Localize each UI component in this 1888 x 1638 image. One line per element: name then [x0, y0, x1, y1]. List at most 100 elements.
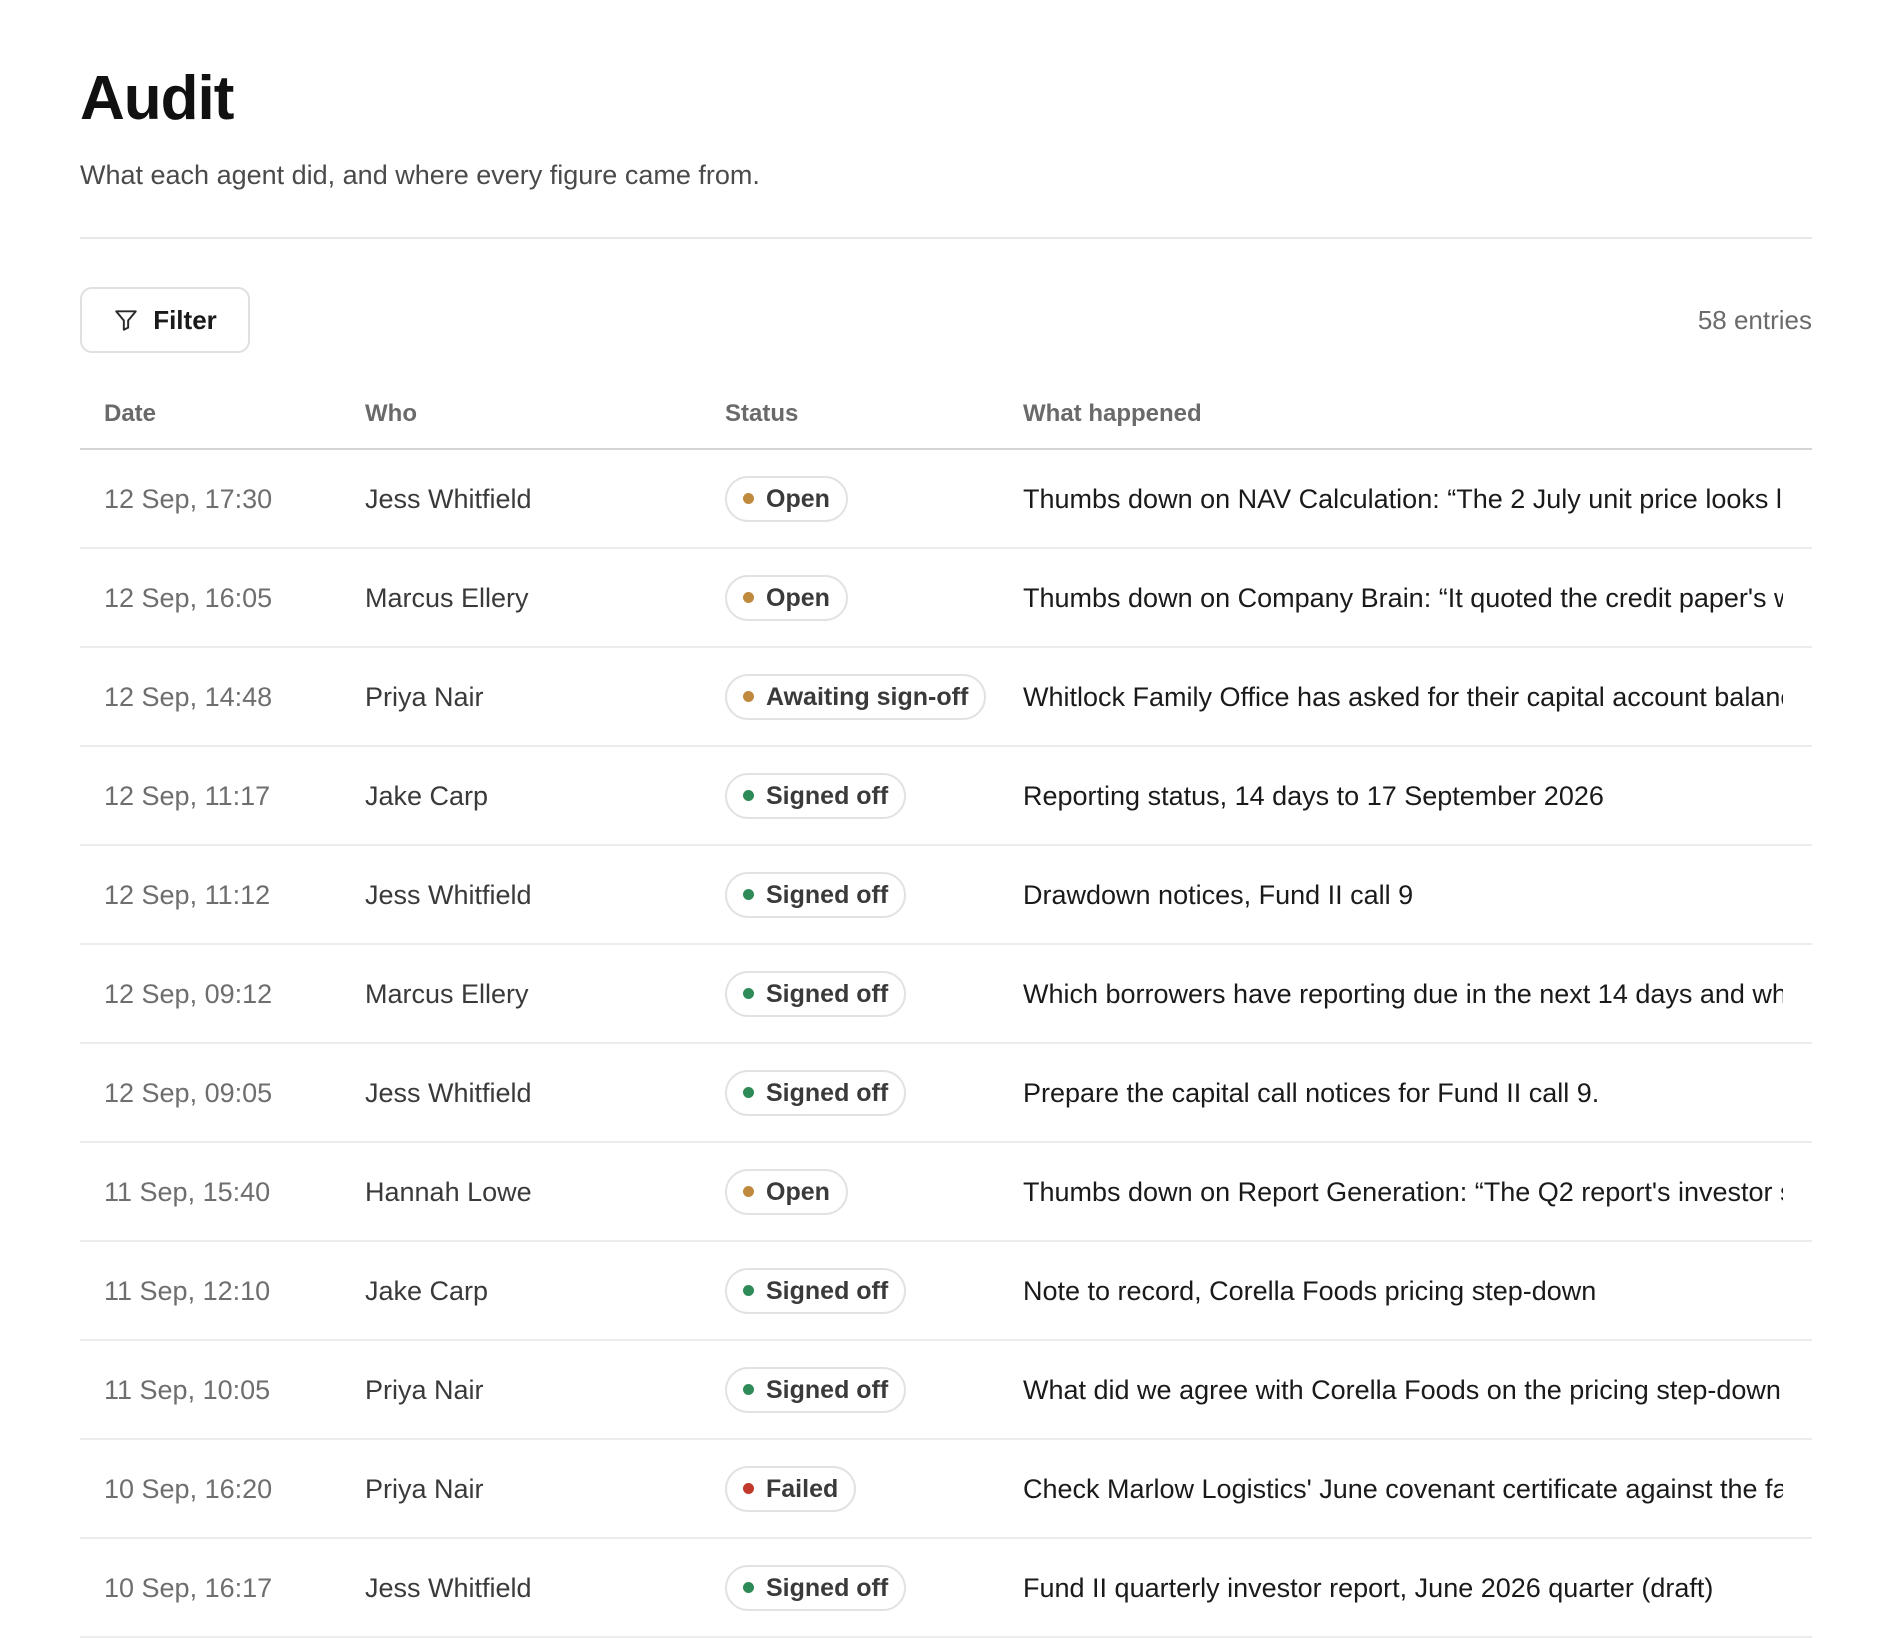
table-row[interactable]: 10 Sep, 16:17 Jess Whitfield Signed off Fun…	[80, 1539, 1812, 1638]
table-row[interactable]: 12 Sep, 11:17 Jake Carp Signed off Reportin…	[80, 747, 1812, 846]
status-badge: Signed off	[725, 1069, 907, 1116]
row-date: 11 Sep, 15:40	[104, 1176, 271, 1207]
table-row[interactable]: 12 Sep, 09:05 Jess Whitfield Signed off Pre…	[80, 1044, 1812, 1143]
row-status-cell: Signed off	[725, 747, 907, 844]
row-date: 12 Sep, 16:05	[104, 582, 273, 613]
status-label: Signed off	[766, 1078, 889, 1107]
row-what-happened: Prepare the capital call notices for Fun…	[1023, 1077, 1600, 1108]
status-dot-icon	[743, 1483, 754, 1494]
audit-table-body: 12 Sep, 17:30 Jess Whitfield Open Thumbs do…	[80, 450, 1812, 1638]
status-dot-icon	[743, 790, 754, 801]
row-status-cell: Open	[725, 549, 848, 646]
status-badge: Signed off	[725, 1267, 907, 1314]
row-date: 12 Sep, 09:05	[104, 1077, 273, 1108]
table-row[interactable]: 11 Sep, 12:10 Jake Carp Signed off Note to …	[80, 1242, 1812, 1341]
row-who: Marcus Ellery	[365, 978, 529, 1009]
row-what-happened: Reporting status, 14 days to 17 Septembe…	[1023, 780, 1604, 811]
row-what-happened: Fund II quarterly investor report, June …	[1023, 1572, 1714, 1603]
table-header: Date Who Status What happened	[80, 392, 1812, 450]
status-label: Signed off	[766, 781, 889, 810]
column-header-who[interactable]: Who	[365, 398, 417, 430]
status-dot-icon	[743, 1186, 754, 1197]
column-header-date[interactable]: Date	[104, 398, 156, 430]
entry-count: 58 entries	[1697, 305, 1812, 335]
status-label: Signed off	[766, 1573, 889, 1602]
row-what-happened: Thumbs down on NAV Calculation: “The 2 J…	[1023, 483, 1783, 514]
status-badge: Open	[725, 574, 848, 621]
row-what-happened: Thumbs down on Company Brain: “It quoted…	[1023, 582, 1783, 613]
status-badge: Awaiting sign-off	[725, 673, 987, 720]
status-label: Signed off	[766, 1276, 889, 1305]
row-what-happened: Thumbs down on Report Generation: “The Q…	[1023, 1176, 1783, 1207]
row-what-happened: Drawdown notices, Fund II call 9	[1023, 879, 1414, 910]
row-who: Hannah Lowe	[365, 1176, 532, 1207]
status-badge: Signed off	[725, 1564, 907, 1611]
header-divider	[80, 237, 1812, 239]
filter-button[interactable]: Filter	[80, 287, 250, 353]
row-who: Jake Carp	[365, 1275, 489, 1306]
row-what-happened: Note to record, Corella Foods pricing st…	[1023, 1275, 1597, 1306]
page-title: Audit	[80, 64, 234, 133]
status-label: Signed off	[766, 979, 889, 1008]
row-what-happened: Whitlock Family Office has asked for the…	[1023, 681, 1783, 712]
status-label: Open	[766, 1177, 830, 1206]
row-status-cell: Failed	[725, 1440, 857, 1537]
table-row[interactable]: 12 Sep, 09:12 Marcus Ellery Signed off Whic…	[80, 945, 1812, 1044]
status-label: Open	[766, 484, 830, 513]
status-dot-icon	[743, 493, 754, 504]
table-row[interactable]: 12 Sep, 11:12 Jess Whitfield Signed off Dra…	[80, 846, 1812, 945]
row-status-cell: Signed off	[725, 1242, 907, 1339]
row-what-happened: Check Marlow Logistics' June covenant ce…	[1023, 1473, 1783, 1504]
row-status-cell: Signed off	[725, 846, 907, 943]
status-badge: Open	[725, 475, 848, 522]
column-header-what-happened[interactable]: What happened	[1023, 398, 1202, 430]
row-date: 12 Sep, 11:17	[104, 780, 271, 811]
filter-label: Filter	[153, 304, 217, 335]
row-status-cell: Open	[725, 450, 848, 547]
row-status-cell: Signed off	[725, 1044, 907, 1141]
table-row[interactable]: 12 Sep, 17:30 Jess Whitfield Open Thumbs do…	[80, 450, 1812, 549]
row-what-happened: Which borrowers have reporting due in th…	[1023, 978, 1783, 1009]
status-dot-icon	[743, 691, 754, 702]
table-row[interactable]: 11 Sep, 10:05 Priya Nair Signed off What di…	[80, 1341, 1812, 1440]
row-who: Jess Whitfield	[365, 1077, 532, 1108]
status-dot-icon	[743, 1582, 754, 1593]
status-badge: Signed off	[725, 871, 907, 918]
status-badge: Signed off	[725, 1366, 907, 1413]
table-row[interactable]: 10 Sep, 16:20 Priya Nair Failed Check Marlo…	[80, 1440, 1812, 1539]
column-header-status[interactable]: Status	[725, 398, 798, 430]
row-who: Jess Whitfield	[365, 483, 532, 514]
row-date: 11 Sep, 12:10	[104, 1275, 271, 1306]
row-status-cell: Awaiting sign-off	[725, 648, 987, 745]
row-status-cell: Signed off	[725, 1341, 907, 1438]
row-date: 12 Sep, 11:12	[104, 879, 271, 910]
status-label: Awaiting sign-off	[766, 682, 969, 711]
row-date: 10 Sep, 16:17	[104, 1572, 273, 1603]
table-row[interactable]: 12 Sep, 16:05 Marcus Ellery Open Thumbs dow…	[80, 549, 1812, 648]
status-dot-icon	[743, 1285, 754, 1296]
row-who: Priya Nair	[365, 1374, 484, 1405]
status-dot-icon	[743, 1087, 754, 1098]
status-label: Open	[766, 583, 830, 612]
table-row[interactable]: 12 Sep, 14:48 Priya Nair Awaiting sign-off…	[80, 648, 1812, 747]
row-status-cell: Open	[725, 1143, 848, 1240]
row-status-cell: Signed off	[725, 945, 907, 1042]
row-who: Priya Nair	[365, 681, 484, 712]
filter-icon	[113, 307, 139, 333]
row-who: Jess Whitfield	[365, 1572, 532, 1603]
status-dot-icon	[743, 592, 754, 603]
status-label: Signed off	[766, 1375, 889, 1404]
row-status-cell: Signed off	[725, 1539, 907, 1636]
row-who: Priya Nair	[365, 1473, 484, 1504]
row-who: Jake Carp	[365, 780, 489, 811]
status-dot-icon	[743, 889, 754, 900]
table-row[interactable]: 11 Sep, 15:40 Hannah Lowe Open Thumbs down …	[80, 1143, 1812, 1242]
status-label: Signed off	[766, 880, 889, 909]
row-date: 10 Sep, 16:20	[104, 1473, 273, 1504]
status-badge: Failed	[725, 1465, 857, 1512]
row-who: Marcus Ellery	[365, 582, 529, 613]
status-badge: Signed off	[725, 772, 907, 819]
row-date: 12 Sep, 17:30	[104, 483, 273, 514]
status-badge: Open	[725, 1168, 848, 1215]
row-date: 11 Sep, 10:05	[104, 1374, 271, 1405]
